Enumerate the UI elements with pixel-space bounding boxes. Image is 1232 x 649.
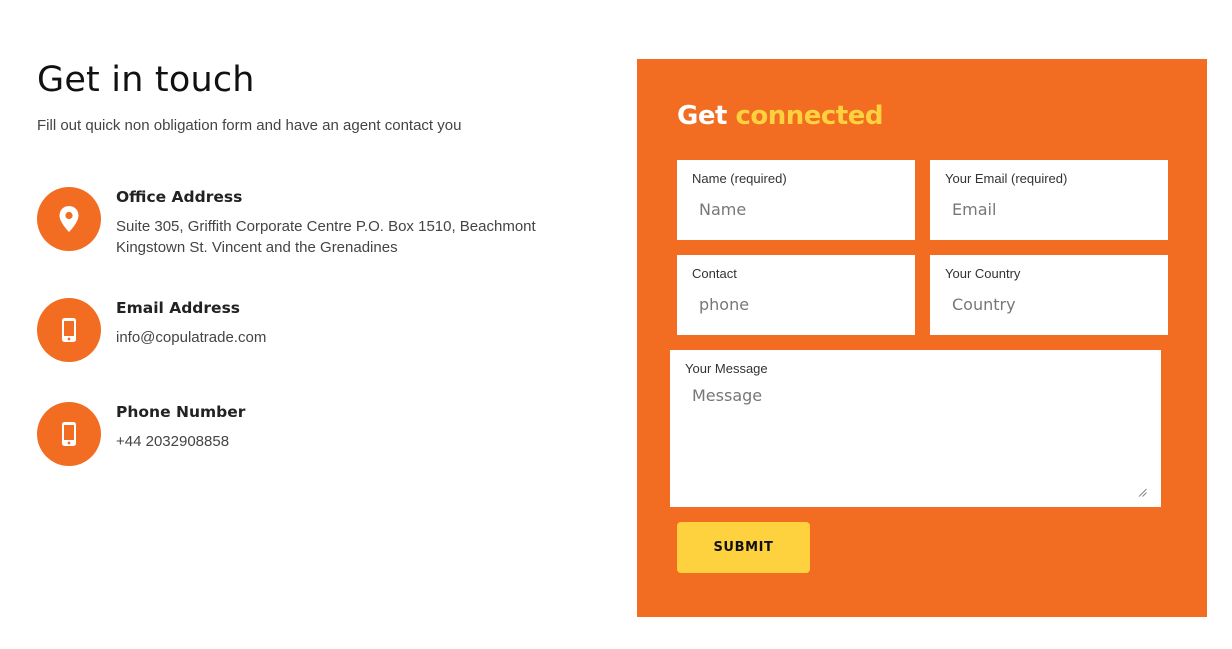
message-field: Your Message xyxy=(670,350,1161,507)
email-address-title: Email Address xyxy=(116,299,241,317)
office-address-line-2: Kingstown St. Vincent and the Grenadines xyxy=(116,239,398,256)
email-icon-circle xyxy=(37,298,101,362)
phone-number-text: +44 2032908858 xyxy=(116,433,230,450)
resize-handle-icon[interactable] xyxy=(1138,488,1147,497)
phone-number-title: Phone Number xyxy=(116,403,246,421)
page-title: Get in touch xyxy=(37,60,255,100)
office-address-line-1: Suite 305, Griffith Corporate Centre P.O… xyxy=(116,218,536,235)
email-field: Your Email (required) xyxy=(930,160,1168,240)
form-title-yellow: connected xyxy=(735,101,883,131)
country-label: Your Country xyxy=(945,266,1021,281)
name-label: Name (required) xyxy=(692,171,787,186)
country-input[interactable] xyxy=(945,289,1158,319)
contact-page: Get in touch Fill out quick non obligati… xyxy=(0,0,1232,649)
location-pin-icon xyxy=(59,206,79,232)
country-field: Your Country xyxy=(930,255,1168,335)
phone-icon-circle xyxy=(37,402,101,466)
contact-info-section: Get in touch Fill out quick non obligati… xyxy=(37,58,597,466)
contact-form-panel: Get connected Name (required) Your Email… xyxy=(637,59,1207,617)
contact-field: Contact xyxy=(677,255,915,335)
message-textarea[interactable] xyxy=(685,382,1151,494)
form-title-white: Get xyxy=(677,101,727,131)
email-input[interactable] xyxy=(945,194,1158,224)
email-address-text: info@copulatrade.com xyxy=(116,329,267,346)
message-label: Your Message xyxy=(685,361,768,376)
page-subtitle: Fill out quick non obligation form and h… xyxy=(37,117,462,134)
mobile-phone-icon xyxy=(62,422,76,446)
contact-label: Contact xyxy=(692,266,737,281)
mobile-phone-icon xyxy=(62,318,76,342)
name-field: Name (required) xyxy=(677,160,915,240)
name-input[interactable] xyxy=(692,194,905,224)
form-title: Get connected xyxy=(677,99,883,133)
email-label: Your Email (required) xyxy=(945,171,1068,186)
office-icon-circle xyxy=(37,187,101,251)
office-address-title: Office Address xyxy=(116,188,243,206)
office-address-text: Suite 305, Griffith Corporate Centre P.O… xyxy=(116,216,586,258)
submit-button[interactable]: SUBMIT xyxy=(677,522,810,573)
phone-input[interactable] xyxy=(692,289,905,319)
